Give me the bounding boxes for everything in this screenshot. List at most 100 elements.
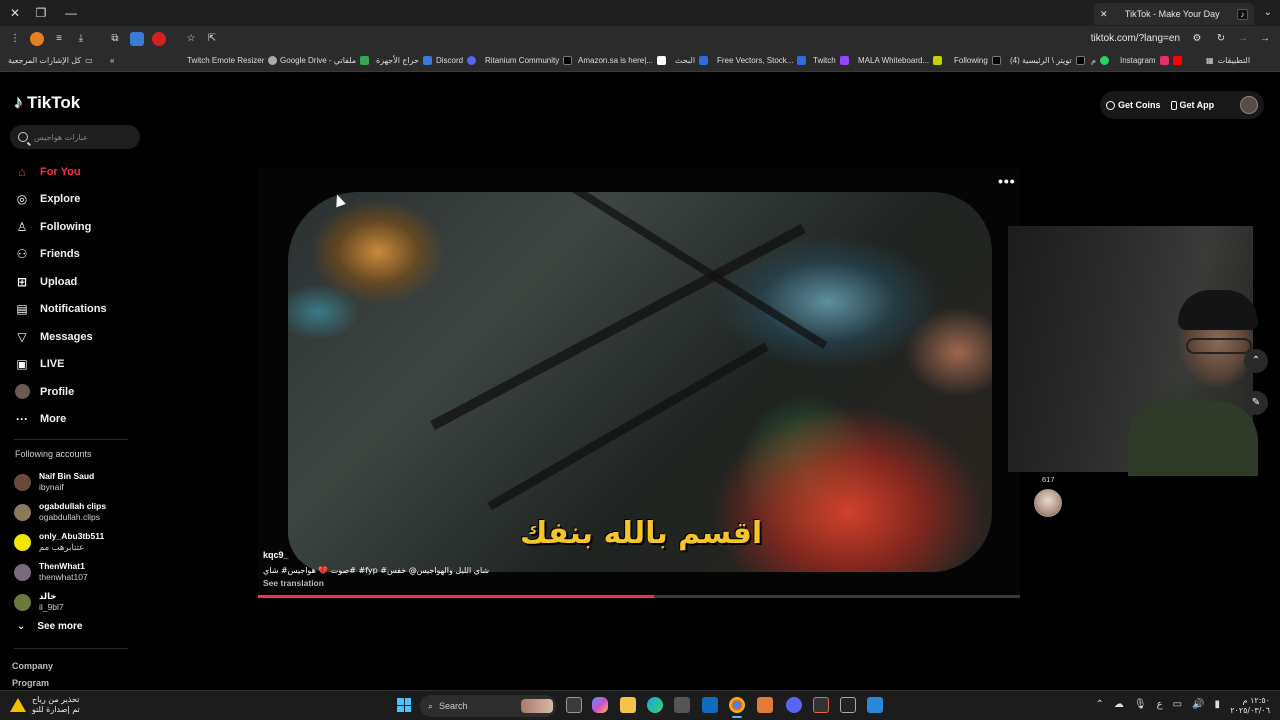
address-bar[interactable]: tiktok.com/?lang=en [1091, 33, 1180, 44]
app-icon[interactable] [867, 697, 883, 713]
extension-icon[interactable] [30, 32, 44, 46]
bookmark-twitch-emote[interactable]: Twitch Emote Resizer [187, 56, 278, 65]
share-icon[interactable]: ⇱ [205, 32, 219, 46]
epic-games-icon[interactable] [840, 697, 856, 713]
outlook-icon[interactable] [702, 697, 718, 713]
following-account-item[interactable]: ThenWhat1 thenwhat107 [14, 557, 106, 587]
tiktok-logo[interactable]: ♪ TikTok [14, 92, 80, 113]
nav-more[interactable]: ··· More [14, 406, 107, 434]
extension-red-icon[interactable] [152, 32, 166, 46]
following-account-item[interactable]: ogabdullah clips ogabdullah.clips [14, 497, 106, 527]
following-account-item[interactable]: only_Abu3tb511 عتتابرهب مم [14, 527, 106, 557]
discord-icon[interactable] [786, 697, 802, 713]
user-avatar[interactable] [1240, 96, 1258, 114]
bookmark-mala[interactable]: MALA Whiteboard... [858, 56, 943, 65]
video-more-options[interactable]: ••• [998, 173, 1016, 189]
following-icon: ♙ [16, 219, 28, 234]
battery-icon[interactable]: ▮ [1214, 699, 1220, 710]
bookmark-twitch[interactable]: Twitch [813, 56, 849, 65]
system-clock[interactable]: ١٢:٥٠ م ٢٠٢٥/٠٣/٠٦ [1230, 696, 1270, 716]
bookmark-whatsapp[interactable]: م [1091, 56, 1109, 65]
bookmark-twitter[interactable]: (4) تويتر \ الرئيسية [1010, 56, 1085, 65]
bookmark-following[interactable]: Following [954, 56, 1001, 65]
edge-icon[interactable] [647, 697, 663, 713]
video-player[interactable] [288, 192, 992, 572]
copilot-icon[interactable] [592, 697, 608, 713]
chrome-icon[interactable] [729, 697, 745, 718]
restore-window-icon[interactable]: ❐ [32, 4, 50, 22]
get-coins-button[interactable]: Get Coins [1106, 100, 1161, 110]
extension-blue-icon[interactable] [130, 32, 144, 46]
language-indicator[interactable]: ع [1157, 699, 1163, 710]
bookmark-free-vectors[interactable]: Free Vectors, Stock... [717, 56, 807, 65]
nav-notifications[interactable]: ▤ Notifications [14, 296, 106, 324]
site-settings-icon[interactable]: ⚙ [1190, 32, 1204, 46]
bookmark-star-icon[interactable]: ☆ [184, 32, 198, 46]
weather-widget[interactable]: تحذير من رياح تم إصدارة للتو [10, 695, 80, 715]
chevron-up-icon[interactable]: ⌃ [1096, 699, 1104, 710]
extensions-puzzle-icon[interactable]: ⧉ [108, 32, 122, 46]
bookmarks-overflow-icon[interactable]: « [110, 56, 114, 65]
search-input[interactable] [34, 132, 134, 142]
close-tab-icon[interactable]: ✕ [1100, 9, 1108, 20]
following-account-item[interactable]: خالد il_9bl7 [14, 587, 106, 617]
avatar [14, 473, 31, 491]
tab-tiktok[interactable]: ✕ TikTok - Make Your Day ♪ [1094, 3, 1254, 25]
app-icon[interactable] [813, 697, 829, 713]
minimize-window-icon[interactable]: — [62, 4, 80, 22]
back-icon[interactable]: → [1258, 32, 1272, 46]
video-progress-bar[interactable] [258, 595, 1020, 598]
search-bar[interactable] [10, 125, 140, 149]
windows-start-icon[interactable] [397, 698, 411, 712]
bookmark-amazon[interactable]: Amazon.sa is here|... [578, 56, 666, 65]
bookmark-haraj[interactable]: حراج الأجهزة [376, 56, 432, 65]
compass-icon: ◎ [16, 192, 28, 207]
reload-icon[interactable]: ↻ [1214, 32, 1228, 46]
volume-icon[interactable]: 🔊 [1192, 699, 1204, 710]
all-bookmarks-link[interactable]: كل الإشارات المرجعية ▭ [8, 56, 93, 65]
nav-explore[interactable]: ◎ Explore [14, 186, 107, 214]
close-window-icon[interactable]: ✕ [6, 4, 24, 22]
menu-dots-icon[interactable]: ⋮ [8, 32, 22, 46]
bookmark-ritanium[interactable]: Ritanium Community [485, 56, 573, 65]
tab-search-icon[interactable]: ⌄ [1264, 4, 1272, 22]
profile-icon [14, 384, 30, 400]
creator-avatar[interactable] [1034, 489, 1062, 517]
scroll-up-icon[interactable]: ⌃ [1244, 349, 1268, 373]
get-app-button[interactable]: Get App [1170, 100, 1214, 110]
top-right-actions: Get Coins Get App [1100, 91, 1264, 119]
download-icon[interactable]: ⤓ [74, 32, 88, 46]
edit-pencil-icon[interactable]: ✎ [1244, 391, 1268, 415]
apps-link[interactable]: ▦ التطبيقات [1206, 56, 1250, 65]
nav-messages[interactable]: ▽ Messages [14, 323, 107, 351]
see-translation-link[interactable]: See translation [263, 578, 324, 588]
bookmark-search[interactable]: البحث [675, 56, 709, 65]
see-more-button[interactable]: ⌄ See more [17, 621, 82, 632]
microphone-icon[interactable]: 🎙 [1134, 699, 1147, 710]
forward-icon[interactable]: → [1236, 32, 1250, 46]
playlist-icon[interactable]: ≡ [52, 32, 66, 46]
nav-upload[interactable]: ⊞ Upload [14, 268, 107, 296]
task-view-icon[interactable] [566, 697, 582, 713]
nav-following[interactable]: ♙ Following [14, 213, 107, 241]
file-explorer-icon[interactable] [620, 697, 636, 713]
app-icon[interactable] [757, 697, 773, 713]
footer-program-link[interactable]: Program [12, 678, 49, 688]
nav-live[interactable]: ▣ LIVE [14, 351, 107, 379]
webcam-detail [1186, 338, 1252, 354]
bookmark-instagram[interactable]: Instagram [1120, 56, 1182, 65]
cloud-icon[interactable]: ☁ [1114, 699, 1124, 710]
taskbar-search[interactable]: ⌕ Search [420, 695, 556, 717]
network-icon[interactable]: ▭ [1173, 699, 1182, 710]
nav-profile[interactable]: Profile [14, 378, 107, 406]
video-username[interactable]: kqc9_ [263, 550, 289, 560]
following-account-item[interactable]: Naif Bin Saud ibynaif [14, 467, 106, 497]
footer-company-link[interactable]: Company [12, 661, 53, 671]
store-icon[interactable] [674, 697, 690, 713]
nav-for-you[interactable]: ⌂ For You [14, 158, 107, 186]
bookmark-google-drive[interactable]: Google Drive - ملفاتي [280, 56, 370, 65]
bookmark-discord[interactable]: Discord [436, 56, 477, 65]
nav-friends[interactable]: ⚇ Friends [14, 241, 107, 269]
video-subtitle: اقسم بالله بنفك [520, 516, 763, 551]
avatar [14, 563, 31, 581]
